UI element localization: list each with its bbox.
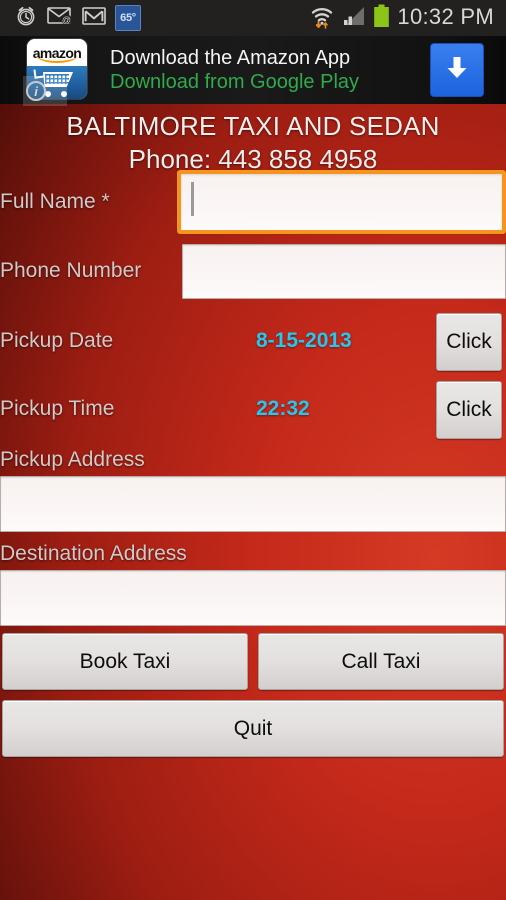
info-icon: i	[26, 81, 46, 101]
phone-number-label: Phone Number	[0, 259, 142, 282]
ad-text-block: Download the Amazon App Download from Go…	[110, 47, 359, 94]
status-bar-system-icons: 10:32 PM	[309, 3, 506, 34]
full-name-row: Full Name *	[0, 170, 506, 236]
ad-headline: Download the Amazon App	[110, 46, 351, 69]
destination-address-label: Destination Address	[0, 542, 187, 565]
destination-address-row: Destination Address	[0, 542, 506, 626]
alarm-clock-icon	[14, 4, 38, 33]
pickup-address-label: Pickup Address	[0, 448, 145, 471]
pickup-date-value: 8-15-2013	[256, 329, 352, 352]
cell-signal-icon	[342, 5, 366, 32]
ad-download-button[interactable]	[430, 43, 484, 97]
page-title: BALTIMORE TAXI AND SEDAN	[66, 111, 440, 141]
email-at-icon: @	[47, 6, 73, 31]
status-bar: @ 65° 10:32 PM	[0, 0, 506, 36]
status-bar-clock: 10:32 PM	[397, 4, 494, 29]
pickup-address-row: Pickup Address	[0, 448, 506, 532]
call-taxi-button[interactable]: Call Taxi	[258, 633, 504, 690]
status-bar-notifications: @ 65°	[0, 4, 141, 33]
download-arrow-icon	[442, 53, 472, 88]
pickup-date-label: Pickup Date	[0, 329, 114, 352]
ad-info-badge[interactable]: i	[23, 76, 67, 106]
pickup-time-click-button[interactable]: Click	[436, 381, 502, 439]
amazon-swoosh-icon	[36, 55, 78, 63]
amazon-ad-banner[interactable]: amazon i Download the Amazon App Downloa…	[0, 36, 506, 106]
pickup-time-row: Pickup Time 22:32 Click	[0, 378, 506, 444]
quit-button[interactable]: Quit	[2, 700, 504, 757]
text-cursor	[191, 182, 194, 216]
wifi-transfer-icon	[309, 3, 335, 34]
pickup-time-label: Pickup Time	[0, 397, 115, 420]
pickup-date-click-button[interactable]: Click	[436, 313, 502, 371]
phone-number-row: Phone Number	[0, 239, 506, 305]
pickup-time-value: 22:32	[256, 397, 310, 420]
full-name-input[interactable]	[177, 170, 506, 234]
phone-number-input[interactable]	[182, 244, 506, 299]
pickup-address-input[interactable]	[0, 476, 506, 532]
ad-subline: Download from Google Play	[110, 70, 360, 93]
battery-full-icon	[373, 4, 390, 33]
destination-address-input[interactable]	[0, 570, 506, 626]
pickup-date-row: Pickup Date 8-15-2013 Click	[0, 310, 506, 376]
gmail-icon	[82, 6, 106, 31]
amazon-app-icon: amazon i	[23, 38, 92, 106]
phone-screen: @ 65° 10:32 PM amazon i Download the Ama…	[0, 0, 506, 900]
taxi-booking-form: BALTIMORE TAXI AND SEDAN Phone: 443 858 …	[0, 104, 506, 900]
action-button-row: Book Taxi Call Taxi	[2, 633, 504, 690]
book-taxi-button[interactable]: Book Taxi	[2, 633, 248, 690]
svg-text:@: @	[62, 15, 71, 25]
app-header: BALTIMORE TAXI AND SEDAN Phone: 443 858 …	[0, 104, 506, 175]
weather-temperature-badge: 65°	[115, 5, 141, 31]
full-name-label: Full Name *	[0, 190, 110, 213]
